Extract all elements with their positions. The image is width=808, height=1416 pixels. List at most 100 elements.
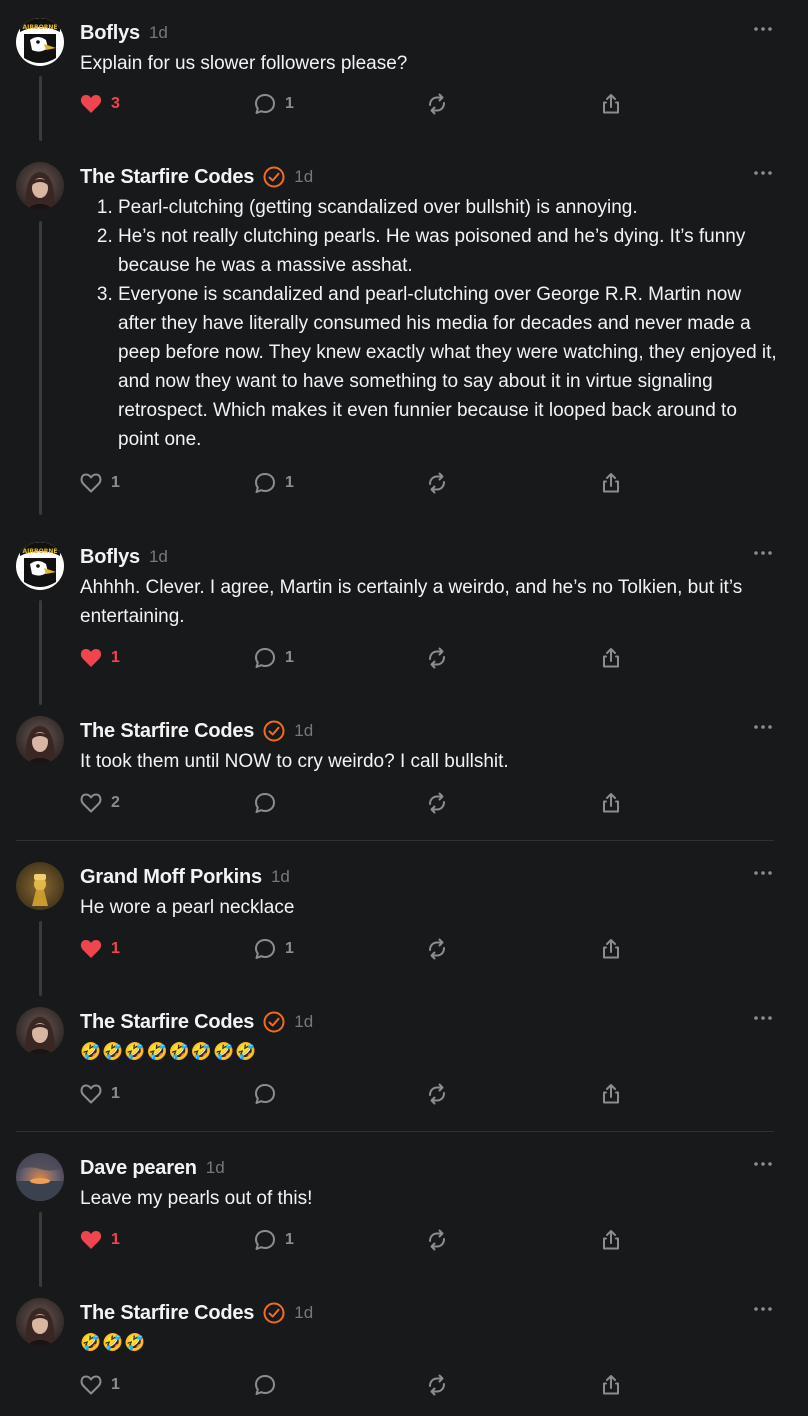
repost-button[interactable] <box>426 790 448 816</box>
thread-connector <box>39 76 42 141</box>
post-actions: 1 1 <box>80 645 640 671</box>
reply-button[interactable] <box>254 1372 276 1398</box>
repost-button[interactable] <box>426 1227 448 1253</box>
comment-bubble-icon <box>255 793 275 813</box>
sunset-sea-avatar[interactable] <box>16 1153 64 1201</box>
reply-button[interactable]: 1 <box>254 91 294 117</box>
author-name[interactable]: The Starfire Codes <box>80 1011 254 1034</box>
share-button[interactable] <box>600 645 622 671</box>
post-text: Explain for us slower followers please? <box>80 53 408 74</box>
woman-portrait-avatar[interactable] <box>16 162 64 210</box>
repost-button[interactable] <box>426 645 448 671</box>
reply-button[interactable]: 1 <box>254 470 294 496</box>
airborne-eagle-avatar[interactable]: AIRBORNE <box>16 18 64 66</box>
author-name[interactable]: Dave pearen <box>80 1157 197 1180</box>
like-count: 1 <box>111 1231 120 1248</box>
like-button[interactable]: 3 <box>80 91 120 117</box>
comment-bubble-icon <box>255 94 275 114</box>
comment-bubble-icon <box>255 939 275 959</box>
airborne-eagle-avatar[interactable]: AIRBORNE <box>16 542 64 590</box>
share-upload-icon <box>603 1375 619 1395</box>
post-text: 🤣🤣🤣 <box>80 1333 147 1353</box>
author-name[interactable]: Boflys <box>80 546 140 569</box>
share-button[interactable] <box>600 790 622 816</box>
share-upload-icon <box>603 1084 619 1104</box>
reply-button[interactable]: 1 <box>254 645 294 671</box>
like-count: 3 <box>111 95 120 112</box>
repost-button[interactable] <box>426 470 448 496</box>
post-header: The Starfire Codes 1d <box>80 716 313 746</box>
reply-button[interactable] <box>254 790 276 816</box>
repost-button[interactable] <box>426 91 448 117</box>
post-time: 1d <box>205 1158 225 1177</box>
list-item: Everyone is scandalized and pearl-clutch… <box>118 280 778 454</box>
repost-icon <box>429 93 445 115</box>
share-button[interactable] <box>600 936 622 962</box>
reply-count: 1 <box>285 940 294 957</box>
verified-badge-icon <box>263 1011 285 1033</box>
author-name[interactable]: Grand Moff Porkins <box>80 866 262 889</box>
comment-bubble-icon <box>255 1230 275 1250</box>
comment-bubble-icon <box>255 473 275 493</box>
post-text: Leave my pearls out of this! <box>80 1188 313 1209</box>
woman-portrait-avatar[interactable] <box>16 716 64 764</box>
like-count: 2 <box>111 794 120 811</box>
like-count: 1 <box>111 1376 120 1393</box>
share-button[interactable] <box>600 91 622 117</box>
woman-portrait-avatar[interactable] <box>16 1298 64 1346</box>
repost-icon <box>429 1229 445 1251</box>
like-button[interactable]: 1 <box>80 936 120 962</box>
like-count: 1 <box>111 649 120 666</box>
heart-filled-icon <box>80 649 102 667</box>
more-options-icon[interactable] <box>752 22 774 36</box>
thread-connector <box>39 600 42 705</box>
post-header: The Starfire Codes 1d <box>80 1007 313 1037</box>
reply-button[interactable]: 1 <box>254 936 294 962</box>
share-button[interactable] <box>600 1372 622 1398</box>
repost-button[interactable] <box>426 936 448 962</box>
post-header: Boflys 1d <box>80 542 168 572</box>
repost-button[interactable] <box>426 1081 448 1107</box>
comment-bubble-icon <box>255 1375 275 1395</box>
woman-portrait-avatar[interactable] <box>16 1007 64 1055</box>
more-options-icon[interactable] <box>752 166 774 180</box>
author-name[interactable]: The Starfire Codes <box>80 1302 254 1325</box>
like-button[interactable]: 2 <box>80 790 120 816</box>
share-upload-icon <box>603 1230 619 1250</box>
reply-button[interactable]: 1 <box>254 1227 294 1253</box>
author-name[interactable]: The Starfire Codes <box>80 166 254 189</box>
repost-button[interactable] <box>426 1372 448 1398</box>
share-button[interactable] <box>600 470 622 496</box>
post-actions: 3 1 <box>80 91 640 117</box>
reply-count: 1 <box>285 1231 294 1248</box>
like-button[interactable]: 1 <box>80 1227 120 1253</box>
more-options-icon[interactable] <box>752 1011 774 1025</box>
reply-button[interactable] <box>254 1081 276 1107</box>
post-time: 1d <box>294 1012 314 1031</box>
author-name[interactable]: The Starfire Codes <box>80 720 254 743</box>
repost-icon <box>429 938 445 960</box>
like-button[interactable]: 1 <box>80 1081 120 1107</box>
thread-connector <box>39 1212 42 1287</box>
heart-filled-icon <box>80 1231 102 1249</box>
svg-text:AIRBORNE: AIRBORNE <box>23 24 58 31</box>
golden-figure-avatar[interactable] <box>16 862 64 910</box>
like-button[interactable]: 1 <box>80 645 120 671</box>
like-button[interactable]: 1 <box>80 1372 120 1398</box>
post-actions: 2 <box>80 790 640 816</box>
like-button[interactable]: 1 <box>80 470 120 496</box>
author-name[interactable]: Boflys <box>80 22 140 45</box>
more-options-icon[interactable] <box>752 720 774 734</box>
post-actions: 1 1 <box>80 1227 640 1253</box>
thread-connector <box>39 221 42 515</box>
more-options-icon[interactable] <box>752 546 774 560</box>
repost-icon <box>429 472 445 494</box>
like-count: 1 <box>111 1085 120 1102</box>
more-options-icon[interactable] <box>752 1157 774 1171</box>
more-options-icon[interactable] <box>752 1302 774 1316</box>
post-header: The Starfire Codes 1d <box>80 162 313 192</box>
share-button[interactable] <box>600 1227 622 1253</box>
share-button[interactable] <box>600 1081 622 1107</box>
repost-icon <box>429 1083 445 1105</box>
more-options-icon[interactable] <box>752 866 774 880</box>
